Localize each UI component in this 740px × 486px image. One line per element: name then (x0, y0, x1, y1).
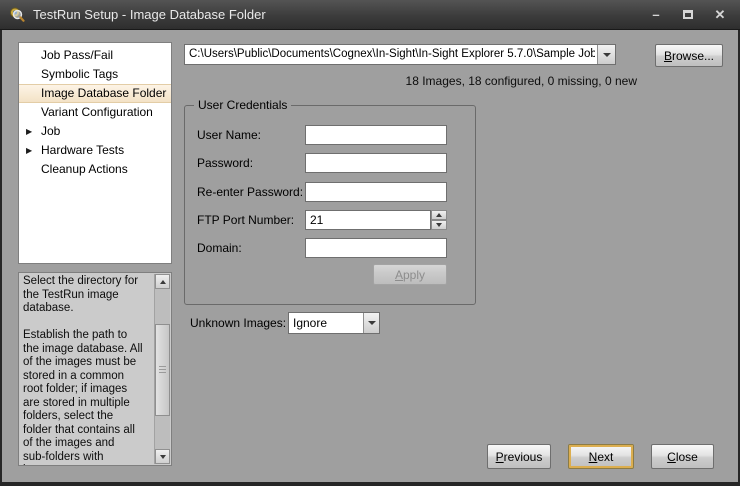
sidebar-item-label: Job Pass/Fail (41, 48, 113, 62)
sidebar-item-cleanup-actions[interactable]: Cleanup Actions (19, 160, 171, 179)
sidebar-item-variant-configuration[interactable]: Variant Configuration (19, 103, 171, 122)
image-count-status: 18 Images, 18 configured, 0 missing, 0 n… (184, 74, 637, 88)
password-input[interactable] (305, 153, 447, 173)
setup-category-list: Job Pass/Fail Symbolic Tags Image Databa… (18, 42, 172, 264)
reenter-password-label: Re-enter Password: (197, 185, 303, 199)
title-bar: TestRun Setup - Image Database Folder – … (0, 0, 740, 30)
description-text: Select the directory for the TestRun ima… (23, 275, 152, 465)
unknown-images-value: Ignore (293, 313, 361, 333)
next-button[interactable]: Next (568, 444, 634, 469)
previous-button[interactable]: Previous (487, 444, 551, 469)
sidebar-item-label: Hardware Tests (41, 143, 124, 157)
ftp-port-input[interactable] (305, 210, 431, 230)
group-title: User Credentials (194, 98, 291, 112)
ftp-port-label: FTP Port Number: (197, 213, 294, 227)
sidebar-item-job[interactable]: ▶ Job (19, 122, 171, 141)
user-credentials-group: User Credentials User Name: Password: Re… (184, 105, 476, 305)
unknown-images-dropdown[interactable]: Ignore (288, 312, 380, 334)
image-database-path-value: C:\Users\Public\Documents\Cognex\In-Sigh… (189, 45, 595, 64)
maximize-icon[interactable] (680, 7, 696, 23)
thumb-grip-icon (159, 366, 166, 373)
domain-label: Domain: (197, 241, 242, 255)
browse-button[interactable]: Browse... (655, 44, 723, 67)
sidebar-item-label: Symbolic Tags (41, 67, 118, 81)
window-title: TestRun Setup - Image Database Folder (33, 7, 266, 22)
description-scrollbar[interactable] (154, 274, 170, 464)
unknown-images-dropdown-icon[interactable] (363, 313, 379, 333)
user-name-input[interactable] (305, 125, 447, 145)
minimize-icon[interactable]: – (648, 7, 664, 23)
reenter-password-input[interactable] (305, 182, 447, 202)
close-icon[interactable]: ✕ (712, 7, 728, 23)
sidebar-item-hardware-tests[interactable]: ▶ Hardware Tests (19, 141, 171, 160)
user-name-label: User Name: (197, 128, 261, 142)
expand-arrow-icon[interactable]: ▶ (26, 141, 32, 160)
password-label: Password: (197, 156, 253, 170)
apply-button: Apply (373, 264, 447, 285)
sidebar-item-image-database-folder[interactable]: Image Database Folder (19, 84, 171, 103)
ftp-port-spinner (431, 210, 447, 230)
spinner-down-icon[interactable] (431, 220, 447, 230)
sidebar-item-symbolic-tags[interactable]: Symbolic Tags (19, 65, 171, 84)
testrun-setup-dialog: TestRun Setup - Image Database Folder – … (0, 0, 740, 486)
scroll-up-icon[interactable] (155, 274, 170, 289)
sidebar-item-label: Job (41, 124, 60, 138)
sidebar-item-label: Variant Configuration (41, 105, 153, 119)
description-box: Select the directory for the TestRun ima… (18, 272, 172, 466)
expand-arrow-icon[interactable]: ▶ (26, 122, 32, 141)
domain-input[interactable] (305, 238, 447, 258)
unknown-images-label: Unknown Images: (190, 316, 286, 330)
sidebar-item-label: Cleanup Actions (41, 162, 128, 176)
scrollbar-thumb[interactable] (155, 324, 170, 416)
scroll-down-icon[interactable] (155, 449, 170, 464)
sidebar-item-label: Image Database Folder (41, 86, 166, 100)
path-dropdown-icon[interactable] (597, 45, 615, 64)
app-magnifier-icon (8, 6, 25, 23)
close-button[interactable]: Close (651, 444, 714, 469)
sidebar-item-job-pass-fail[interactable]: Job Pass/Fail (19, 46, 171, 65)
spinner-up-icon[interactable] (431, 210, 447, 220)
image-database-path-combobox[interactable]: C:\Users\Public\Documents\Cognex\In-Sigh… (184, 44, 616, 65)
